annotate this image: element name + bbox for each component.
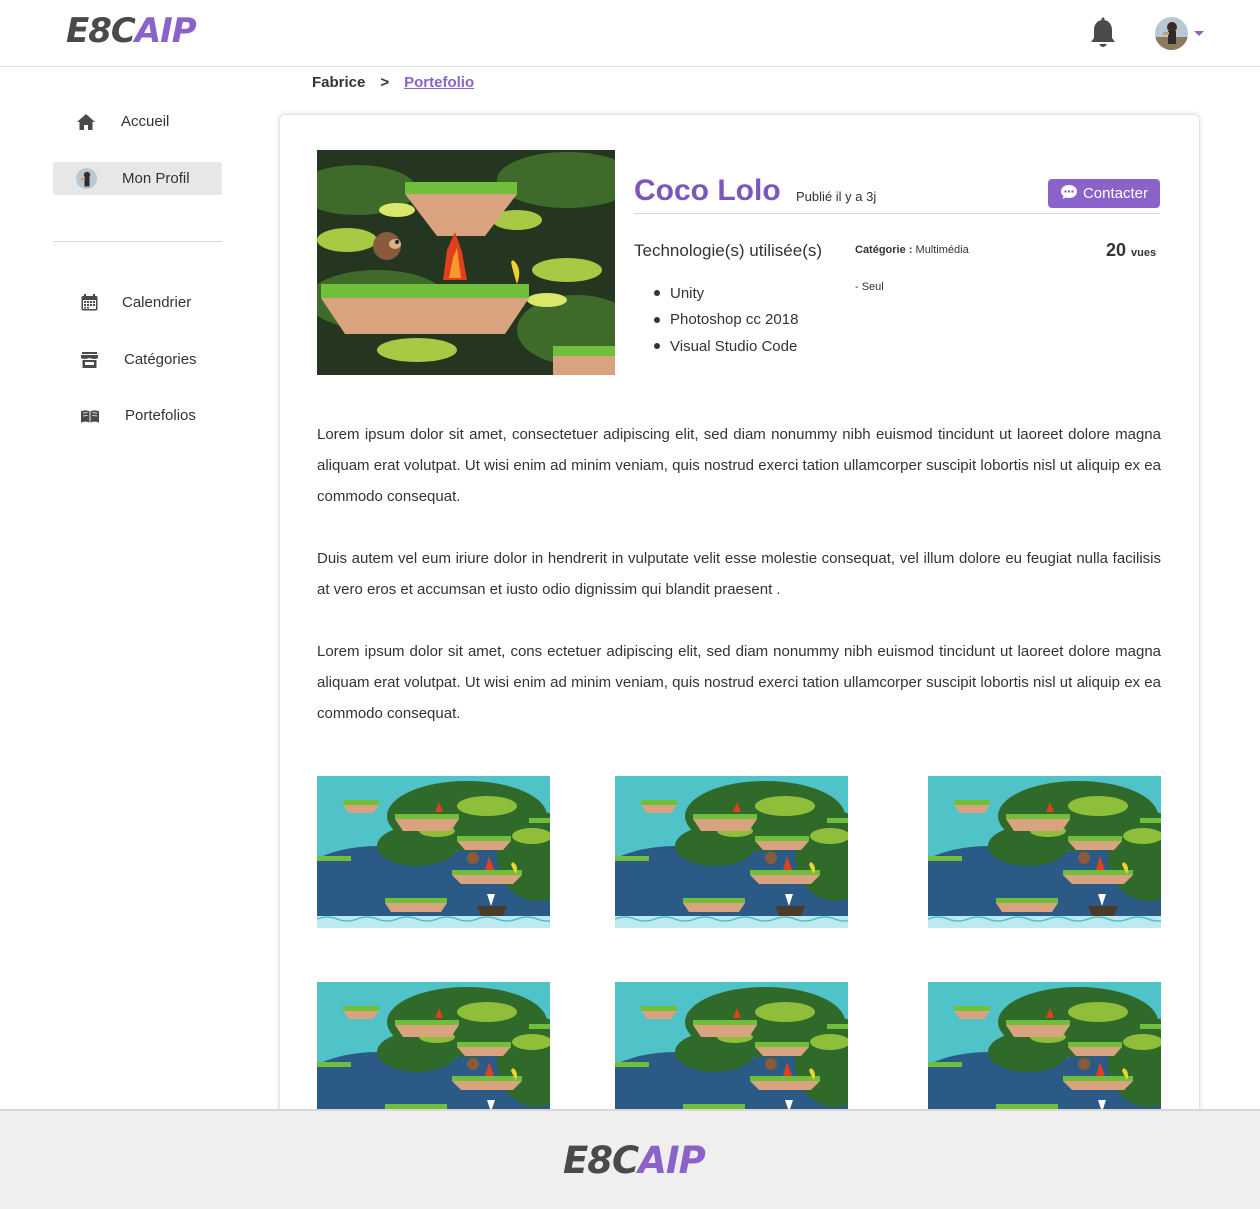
sidebar-item-label: Catégories bbox=[124, 351, 197, 368]
user-menu-button[interactable] bbox=[1155, 17, 1207, 51]
store-icon bbox=[80, 351, 98, 369]
gallery-thumbnail[interactable] bbox=[615, 982, 848, 1109]
view-count-number: 20 bbox=[1106, 240, 1127, 260]
list-item: Photoshop cc 2018 bbox=[654, 307, 798, 334]
title-divider bbox=[634, 213, 1160, 214]
bell-icon[interactable] bbox=[1088, 17, 1118, 51]
logo-text-purple: AIP bbox=[134, 11, 197, 51]
category-label: Catégorie : bbox=[855, 244, 913, 256]
project-cover-image bbox=[317, 150, 615, 375]
site-logo[interactable]: E8CAIP bbox=[66, 10, 197, 52]
sidebar-item-mon-profil[interactable]: Mon Profil bbox=[53, 162, 222, 195]
sidebar-item-calendrier[interactable]: Calendrier bbox=[53, 286, 222, 319]
top-navbar: E8CAIP bbox=[0, 0, 1260, 67]
breadcrumb: Fabrice > Portefolio bbox=[312, 74, 474, 91]
chat-icon bbox=[1060, 184, 1078, 204]
view-count: 20 vues bbox=[1106, 240, 1156, 261]
technologies-heading: Technologie(s) utilisée(s) bbox=[634, 241, 823, 260]
home-icon bbox=[77, 113, 95, 131]
gallery-thumbnail[interactable] bbox=[317, 776, 550, 928]
gallery-thumbnail[interactable] bbox=[615, 776, 848, 928]
sidebar-item-label: Portefolios bbox=[125, 407, 196, 424]
chevron-down-icon bbox=[1194, 31, 1204, 36]
technologies-list: Unity Photoshop cc 2018 Visual Studio Co… bbox=[654, 280, 798, 360]
logo-text-dark: E8C bbox=[66, 11, 136, 51]
breadcrumb-current[interactable]: Portefolio bbox=[404, 74, 474, 91]
sidebar-item-label: Mon Profil bbox=[122, 170, 190, 187]
sidebar-divider bbox=[53, 241, 222, 242]
user-avatar bbox=[1155, 17, 1188, 50]
logo-text-dark: E8C bbox=[563, 1139, 639, 1182]
footer: E8CAIP bbox=[0, 1109, 1260, 1209]
list-item: Unity bbox=[654, 280, 798, 307]
gallery-thumbnail[interactable] bbox=[928, 982, 1161, 1109]
breadcrumb-user[interactable]: Fabrice bbox=[312, 74, 365, 91]
sidebar-item-accueil[interactable]: Accueil bbox=[53, 105, 222, 138]
description-paragraph: Duis autem vel eum iriure dolor in hendr… bbox=[317, 550, 1161, 598]
calendar-icon bbox=[80, 294, 98, 312]
gallery-thumbnail[interactable] bbox=[317, 982, 550, 1109]
contact-button-label: Contacter bbox=[1082, 185, 1149, 202]
contact-button[interactable]: Contacter bbox=[1048, 179, 1160, 208]
sidebar: Accueil Mon Profil Calendrier Catégories… bbox=[0, 67, 260, 1110]
view-count-label: vues bbox=[1131, 247, 1157, 259]
category-info: Catégorie : Multimédia bbox=[855, 244, 969, 256]
logo-text-purple: AIP bbox=[638, 1139, 706, 1182]
sidebar-item-portefolios[interactable]: Portefolios bbox=[53, 399, 222, 432]
category-value[interactable]: Multimédia bbox=[916, 244, 969, 256]
gallery-thumbnail[interactable] bbox=[928, 776, 1161, 928]
description-paragraph: Lorem ipsum dolor sit amet, cons ectetue… bbox=[317, 643, 1161, 722]
published-date: Publié il y a 3j bbox=[796, 189, 877, 204]
avatar bbox=[76, 168, 97, 189]
description-paragraph: Lorem ipsum dolor sit amet, consectetuer… bbox=[317, 426, 1161, 505]
book-icon bbox=[81, 407, 99, 425]
sidebar-item-label: Calendrier bbox=[122, 294, 192, 311]
project-title: Coco Lolo bbox=[634, 174, 781, 207]
breadcrumb-separator: > bbox=[380, 74, 390, 91]
footer-logo[interactable]: E8CAIP bbox=[563, 1138, 706, 1183]
sidebar-item-label: Accueil bbox=[121, 113, 170, 130]
sidebar-item-categories[interactable]: Catégories bbox=[53, 343, 222, 376]
list-item: Visual Studio Code bbox=[654, 333, 798, 360]
team-info: - Seul bbox=[855, 281, 884, 293]
